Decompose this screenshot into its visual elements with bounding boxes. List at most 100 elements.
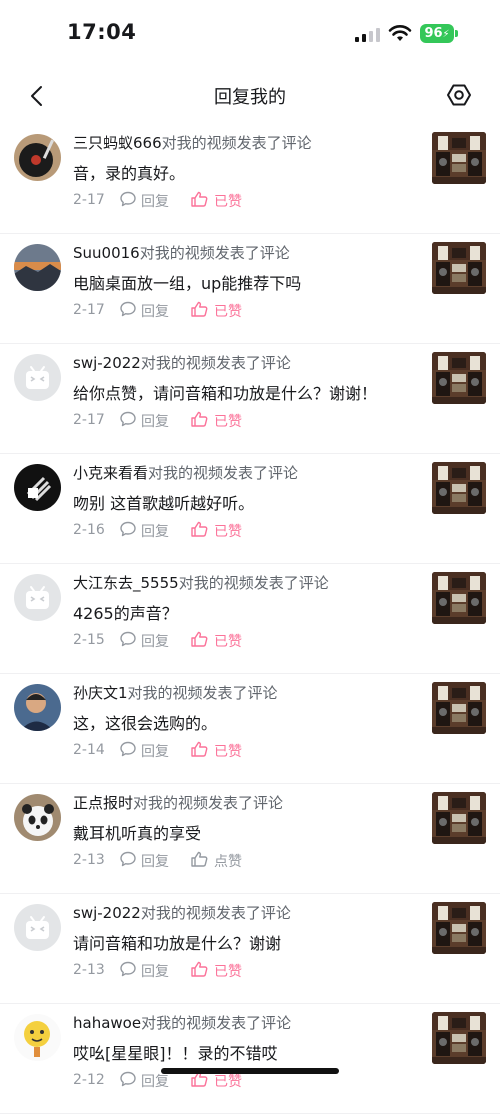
like-button[interactable]: 已赞 [190, 740, 242, 762]
thumbs-up-icon [190, 300, 209, 322]
video-thumbnail[interactable] [432, 132, 486, 184]
reply-notification-item[interactable]: 大江东去_5555对我的视频发表了评论 4265的声音？ 2-15 回复 已赞 [0, 564, 500, 674]
video-thumbnail[interactable] [432, 352, 486, 404]
reply-button[interactable]: 回复 [119, 520, 169, 542]
username[interactable]: 大江东去_5555 [73, 574, 179, 592]
action-text: 对我的视频发表了评论 [148, 464, 299, 482]
like-button[interactable]: 点赞 [190, 850, 242, 872]
reply-notification-item[interactable]: 小克来看看对我的视频发表了评论吻别 这首歌越听越好听。 2-16 回复 已赞 [0, 454, 500, 564]
like-label: 点赞 [214, 854, 242, 870]
user-avatar[interactable] [14, 1014, 61, 1061]
comment-text[interactable]: 电脑桌面放一组，up能推荐下吗 [73, 270, 301, 294]
reply-button[interactable]: 回复 [119, 960, 169, 982]
video-thumbnail[interactable] [432, 902, 486, 954]
video-thumbnail[interactable] [432, 462, 486, 514]
user-avatar[interactable] [14, 464, 61, 511]
username[interactable]: swj-2022 [73, 354, 141, 372]
reply-notification-item[interactable]: 三只蚂蚁666对我的视频发表了评论音，录的真好。 2-17 回复 已赞 [0, 124, 500, 234]
like-label: 已赞 [214, 414, 242, 430]
like-label: 已赞 [214, 744, 242, 760]
comment-bubble-icon [119, 630, 137, 652]
comment-text[interactable]: 这，这很会选购的。 [73, 710, 217, 734]
reply-button[interactable]: 回复 [119, 630, 169, 652]
video-thumbnail[interactable] [432, 572, 486, 624]
comment-bubble-icon [119, 850, 137, 872]
wifi-icon [388, 25, 412, 41]
video-thumbnail[interactable] [432, 792, 486, 844]
thumbs-up-icon [190, 850, 209, 872]
like-label: 已赞 [214, 1074, 242, 1090]
reply-notification-item[interactable]: swj-2022对我的视频发表了评论 给你点赞，请问音箱和功放是什么？谢谢！ 2-1… [0, 344, 500, 454]
comment-headline: hahawoe对我的视频发表了评论 [73, 1012, 291, 1033]
username[interactable]: 三只蚂蚁666 [73, 134, 162, 152]
comment-meta: 2-17 回复 已赞 [73, 190, 413, 210]
reply-notification-item[interactable]: 正点报时对我的视频发表了评论 戴耳机听真的享受 2-13 回复 点赞 [0, 784, 500, 894]
action-text: 对我的视频发表了评论 [161, 134, 312, 152]
comment-date: 2-17 [73, 302, 105, 318]
reply-button[interactable]: 回复 [119, 410, 169, 432]
like-button[interactable]: 已赞 [190, 300, 242, 322]
reply-button[interactable]: 回复 [119, 740, 169, 762]
comment-text[interactable]: 请问音箱和功放是什么？谢谢 [73, 930, 281, 954]
action-text: 对我的视频发表了评论 [178, 574, 329, 592]
comment-text[interactable]: 戴耳机听真的享受 [73, 820, 201, 844]
username[interactable]: 小克来看看 [73, 464, 148, 482]
action-text: 对我的视频发表了评论 [140, 904, 291, 922]
comment-text[interactable]: 给你点赞，请问音箱和功放是什么？谢谢！ [73, 380, 377, 404]
video-thumbnail[interactable] [432, 682, 486, 734]
comment-text[interactable]: 4265的声音？ [73, 600, 178, 624]
like-label: 已赞 [214, 634, 242, 650]
reply-label: 回复 [141, 414, 169, 430]
user-avatar[interactable] [14, 244, 61, 291]
username[interactable]: 正点报时 [73, 794, 133, 812]
comment-text[interactable]: 哎吆[星星眼]！！录的不错哎 [73, 1040, 278, 1064]
comment-meta: 2-14 回复 已赞 [73, 740, 413, 760]
comment-date: 2-16 [73, 522, 105, 538]
thumbs-up-icon [190, 190, 209, 212]
comment-bubble-icon [119, 410, 137, 432]
video-thumbnail[interactable] [432, 1012, 486, 1064]
reply-notification-item[interactable]: Suu0016对我的视频发表了评论 电脑桌面放一组，up能推荐下吗 2-17 回复 已赞 [0, 234, 500, 344]
reply-notification-item[interactable]: swj-2022对我的视频发表了评论 请问音箱和功放是什么？谢谢 2-13 回复 已赞 [0, 894, 500, 1004]
like-button[interactable]: 已赞 [190, 630, 242, 652]
reply-button[interactable]: 回复 [119, 300, 169, 322]
video-thumbnail[interactable] [432, 242, 486, 294]
username[interactable]: hahawoe [73, 1014, 141, 1032]
comment-date: 2-17 [73, 192, 105, 208]
comment-date: 2-15 [73, 632, 105, 648]
comment-meta: 2-13 回复 点赞 [73, 850, 413, 870]
action-text: 对我的视频发表了评论 [141, 1014, 292, 1032]
reply-label: 回复 [141, 854, 169, 870]
like-button[interactable]: 已赞 [190, 960, 242, 982]
battery-tip [455, 30, 458, 37]
reply-button[interactable]: 回复 [119, 190, 169, 212]
user-avatar[interactable] [14, 574, 61, 621]
like-button[interactable]: 已赞 [190, 410, 242, 432]
comment-bubble-icon [119, 740, 137, 762]
reply-notification-item[interactable]: 孙庆文1对我的视频发表了评论 这，这很会选购的。 2-14 回复 已赞 [0, 674, 500, 784]
comment-date: 2-14 [73, 742, 105, 758]
comment-headline: 孙庆文1对我的视频发表了评论 [73, 682, 278, 703]
like-button[interactable]: 已赞 [190, 520, 242, 542]
reply-label: 回复 [141, 964, 169, 980]
comment-text[interactable]: 吻别 这首歌越听越好听。 [73, 490, 254, 514]
like-label: 已赞 [214, 304, 242, 320]
username[interactable]: 孙庆文1 [73, 684, 128, 702]
comment-date: 2-17 [73, 412, 105, 428]
username[interactable]: swj-2022 [73, 904, 141, 922]
user-avatar[interactable] [14, 684, 61, 731]
like-button[interactable]: 已赞 [190, 190, 242, 212]
comment-headline: swj-2022对我的视频发表了评论 [73, 902, 291, 923]
comment-meta: 2-17 回复 已赞 [73, 410, 413, 430]
settings-icon[interactable] [444, 80, 474, 110]
user-avatar[interactable] [14, 134, 61, 181]
user-avatar[interactable] [14, 794, 61, 841]
comment-text[interactable]: 音，录的真好。 [73, 160, 185, 184]
reply-notification-item[interactable]: hahawoe对我的视频发表了评论 哎吆[星星眼]！！录的不错哎 2-12 回复 已赞 [0, 1004, 500, 1114]
home-indicator [161, 1068, 339, 1074]
reply-button[interactable]: 回复 [119, 850, 169, 872]
user-avatar[interactable] [14, 904, 61, 951]
username[interactable]: Suu0016 [73, 244, 140, 262]
user-avatar[interactable] [14, 354, 61, 401]
like-label: 已赞 [214, 524, 242, 540]
